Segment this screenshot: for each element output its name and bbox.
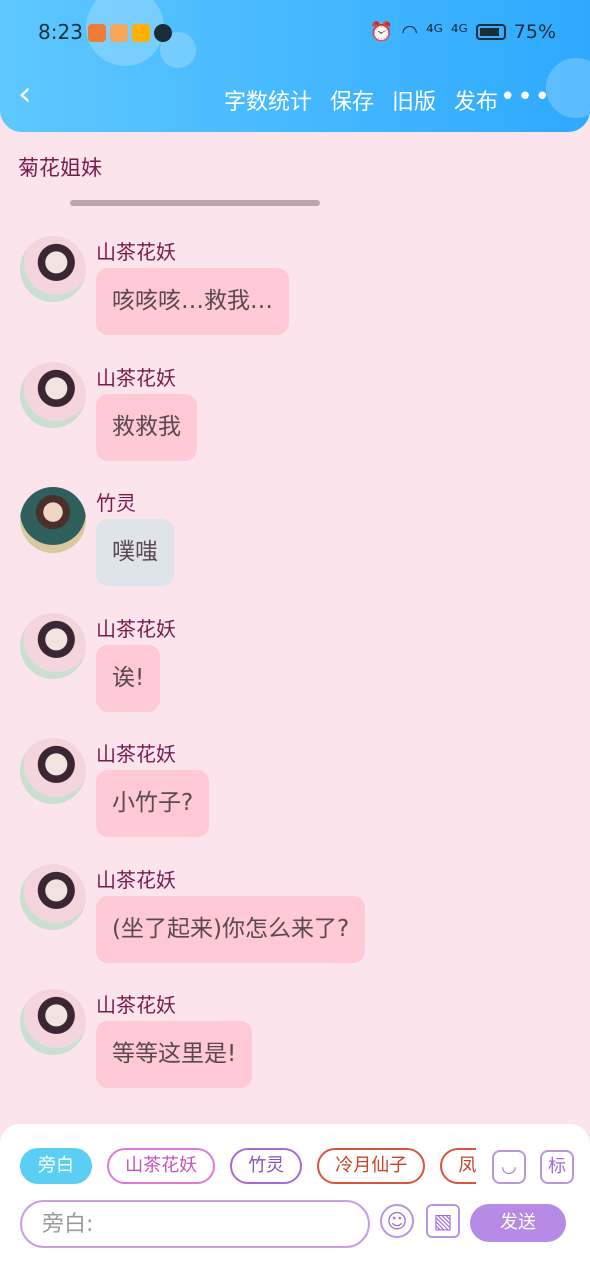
- save-button[interactable]: 保存: [330, 84, 374, 116]
- role-chip-narration[interactable]: 旁白: [20, 1148, 92, 1184]
- send-button[interactable]: 发送: [470, 1204, 566, 1242]
- signal-icon: ⁴ᴳ: [425, 20, 443, 43]
- message-bubble[interactable]: (坐了起来)你怎么来了?: [96, 896, 366, 963]
- tag-button[interactable]: 标: [540, 1150, 574, 1184]
- sender-name: 山茶花妖: [96, 240, 176, 264]
- image-icon[interactable]: ▧: [426, 1204, 460, 1238]
- role-chip-shanchahuayao[interactable]: 山茶花妖: [107, 1148, 216, 1184]
- sender-name: 山茶花妖: [96, 868, 176, 892]
- person-icon[interactable]: ◡: [492, 1150, 526, 1184]
- avatar[interactable]: [20, 487, 86, 553]
- sender-name: 山茶花妖: [96, 617, 176, 641]
- publish-button[interactable]: 发布: [454, 84, 498, 116]
- message-input-wrapper: [20, 1200, 370, 1248]
- status-time: 8:23: [38, 20, 83, 44]
- system-icons: ⏰ ◠ ⁴ᴳ ⁴ᴳ 75%: [369, 20, 556, 44]
- shopping-app-icon: [132, 24, 150, 42]
- role-chip-list: 旁白 山茶花妖 竹灵 冷月仙子 凤兰: [20, 1148, 476, 1186]
- sender-name: 山茶花妖: [96, 742, 176, 766]
- role-chip-fenglan[interactable]: 凤兰: [440, 1148, 476, 1184]
- nav-actions: 字数统计 保存 旧版 发布: [224, 84, 498, 116]
- avatar[interactable]: [20, 989, 86, 1055]
- message-bubble[interactable]: 救救我: [96, 394, 197, 461]
- alarm-icon: ⏰: [369, 21, 394, 43]
- old-version-button[interactable]: 旧版: [392, 84, 436, 116]
- composer-panel: 旁白 山茶花妖 竹灵 冷月仙子 凤兰 ◡ 标 ☺ ▧ 发送: [0, 1124, 590, 1280]
- notification-icons: [88, 24, 172, 42]
- message-bubble[interactable]: 噗嗤: [96, 519, 174, 586]
- message-bubble[interactable]: 诶!: [96, 645, 161, 712]
- message-bubble[interactable]: 等等这里是!: [96, 1021, 253, 1088]
- sender-name: 竹灵: [96, 491, 136, 515]
- top-header: 8:23 ⏰ ◠ ⁴ᴳ ⁴ᴳ 75% ‹ 字数统计 保存 旧版 发布 •••: [0, 0, 590, 132]
- message-bubble[interactable]: 小竹子?: [96, 770, 210, 837]
- avatar[interactable]: [20, 738, 86, 804]
- role-chip-lengyuexianzi[interactable]: 冷月仙子: [317, 1148, 426, 1184]
- message-input[interactable]: [22, 1202, 368, 1246]
- signal-icon: ⁴ᴳ: [450, 20, 468, 43]
- sender-name: 山茶花妖: [96, 366, 176, 390]
- avatar[interactable]: [20, 236, 86, 302]
- avatar[interactable]: [20, 864, 86, 930]
- battery-percent: 75%: [513, 20, 556, 43]
- word-count-button[interactable]: 字数统计: [224, 84, 312, 116]
- more-options-icon[interactable]: •••: [500, 82, 552, 112]
- role-chip-zhuling[interactable]: 竹灵: [230, 1148, 303, 1184]
- battery-icon: [475, 23, 506, 40]
- page-title: 菊花姐妹: [18, 156, 102, 180]
- avatar[interactable]: [20, 362, 86, 428]
- wifi-icon: ◠: [401, 20, 418, 43]
- sender-name: 山茶花妖: [96, 993, 176, 1017]
- video-app-icon: [88, 24, 106, 42]
- back-chevron-icon[interactable]: ‹: [18, 76, 58, 116]
- message-icon: [154, 24, 172, 42]
- message-bubble[interactable]: 咳咳咳…救我…: [96, 268, 289, 335]
- navigation-bar: ‹ 字数统计 保存 旧版 发布 •••: [0, 66, 590, 132]
- emoji-icon[interactable]: ☺: [380, 1204, 414, 1238]
- gesture-app-icon: [110, 24, 128, 42]
- clipped-previous-message: [70, 186, 320, 206]
- avatar[interactable]: [20, 613, 86, 679]
- status-bar: 8:23 ⏰ ◠ ⁴ᴳ ⁴ᴳ 75%: [0, 0, 590, 66]
